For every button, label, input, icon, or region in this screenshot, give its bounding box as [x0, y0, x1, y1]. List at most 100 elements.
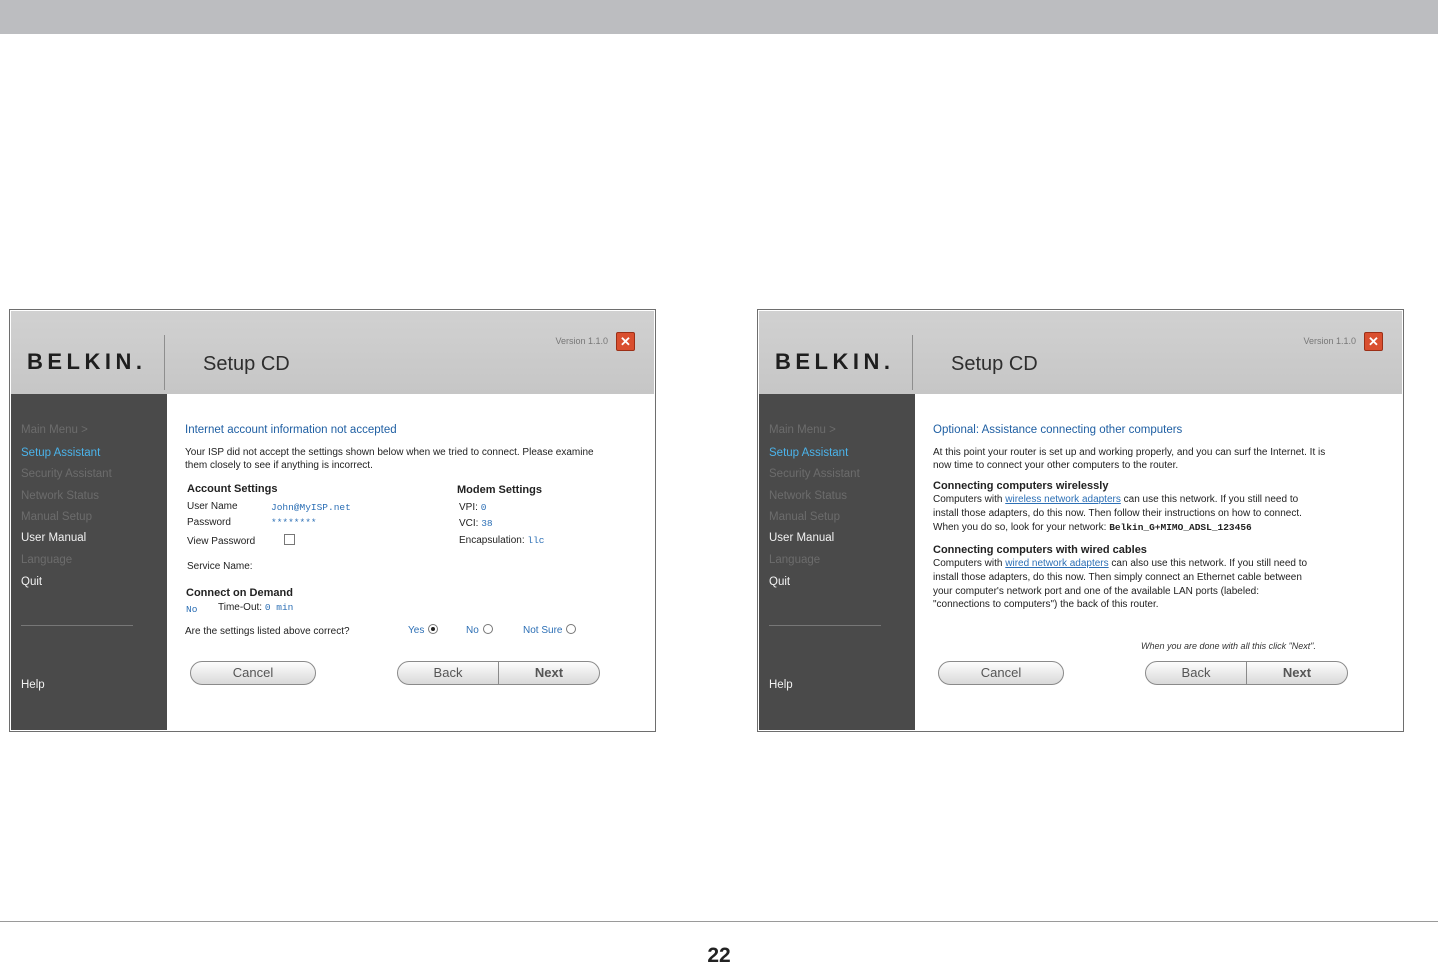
- radio-not-sure-label: Not Sure: [523, 625, 563, 636]
- wired-section-title: Connecting computers with wired cables: [933, 544, 1147, 556]
- wireless-line-1-pre: Computers with: [933, 494, 1006, 505]
- radio-yes-label: Yes: [408, 625, 425, 636]
- settings-question: Are the settings listed above correct?: [185, 626, 350, 637]
- sidebar-item-quit[interactable]: Quit: [769, 576, 790, 588]
- window-header: BELKIN. Setup CD Version 1.1.0 ✕: [759, 311, 1402, 394]
- vpi-value: 0: [480, 502, 487, 513]
- connect-on-demand-title: Connect on Demand: [186, 587, 293, 599]
- connect-on-demand-value: No: [186, 604, 198, 615]
- version-label: Version 1.1.0: [555, 336, 608, 346]
- content-panel: Optional: Assistance connecting other co…: [915, 394, 1402, 730]
- radio-no[interactable]: No: [466, 624, 493, 637]
- wired-line-4: "connections to computers") the back of …: [933, 599, 1159, 610]
- vpi-label: VPI:: [459, 502, 478, 513]
- next-button[interactable]: Next: [1246, 661, 1348, 685]
- wired-line-1-pre: Computers with: [933, 558, 1006, 569]
- wired-adapters-link[interactable]: wired network adapters: [1005, 558, 1108, 569]
- sidebar-item-language[interactable]: Language: [769, 554, 820, 566]
- sidebar-item-network-status[interactable]: Network Status: [769, 490, 847, 502]
- top-bar: [0, 0, 1438, 34]
- wired-line-2: install those adapters, do this now. The…: [933, 572, 1302, 583]
- encapsulation-field: Encapsulation: llc: [459, 535, 545, 547]
- password-value: ********: [271, 517, 317, 528]
- view-password-checkbox[interactable]: [284, 534, 295, 545]
- wireless-line-3-pre: When you do so, look for your network:: [933, 522, 1110, 533]
- sidebar-item-main-menu[interactable]: Main Menu >: [769, 424, 836, 436]
- vci-field: VCI: 38: [459, 518, 493, 530]
- service-name-label: Service Name:: [187, 561, 253, 572]
- wireless-line-3: When you do so, look for your network: B…: [933, 522, 1252, 534]
- cancel-button[interactable]: Cancel: [938, 661, 1064, 685]
- modem-settings-title: Modem Settings: [457, 484, 542, 496]
- sidebar-item-setup-assistant[interactable]: Setup Assistant: [21, 447, 100, 459]
- sidebar-item-help[interactable]: Help: [769, 679, 793, 691]
- network-name: Belkin_G+MIMO_ADSL_123456: [1109, 522, 1252, 533]
- back-button[interactable]: Back: [1145, 661, 1247, 685]
- back-button[interactable]: Back: [397, 661, 499, 685]
- username-label: User Name: [187, 501, 238, 512]
- vci-value: 38: [481, 518, 493, 529]
- window-title: Setup CD: [951, 353, 1038, 375]
- setup-window-connect-computers: BELKIN. Setup CD Version 1.1.0 ✕ Main Me…: [757, 309, 1404, 732]
- next-button[interactable]: Next: [498, 661, 600, 685]
- username-value: John@MyISP.net: [271, 502, 351, 513]
- version-label: Version 1.1.0: [1303, 336, 1356, 346]
- sidebar-item-security-assistant[interactable]: Security Assistant: [21, 468, 112, 480]
- intro-text-line-1: Your ISP did not accept the settings sho…: [185, 447, 594, 458]
- wireless-section-title: Connecting computers wirelessly: [933, 480, 1109, 492]
- wired-line-1: Computers with wired network adapters ca…: [933, 558, 1307, 570]
- wired-line-1-post: can also use this network. If you still …: [1108, 558, 1308, 569]
- wireless-line-1: Computers with wireless network adapters…: [933, 494, 1298, 506]
- header-divider: [164, 335, 165, 390]
- sidebar-item-main-menu[interactable]: Main Menu >: [21, 424, 88, 436]
- radio-not-sure[interactable]: Not Sure: [523, 624, 577, 637]
- cancel-button[interactable]: Cancel: [190, 661, 316, 685]
- sidebar-item-manual-setup[interactable]: Manual Setup: [769, 511, 840, 523]
- sidebar: Main Menu > Setup Assistant Security Ass…: [759, 394, 915, 730]
- sidebar-item-network-status[interactable]: Network Status: [21, 490, 99, 502]
- vci-label: VCI:: [459, 518, 479, 529]
- intro-text-line-2: them closely to see if anything is incor…: [185, 460, 373, 471]
- brand-logo: BELKIN.: [775, 349, 895, 374]
- radio-not-sure-indicator[interactable]: [566, 624, 577, 635]
- encapsulation-label: Encapsulation:: [459, 535, 525, 546]
- sidebar-divider: [21, 625, 133, 626]
- intro-text-line-1: At this point your router is set up and …: [933, 447, 1326, 458]
- timeout-label: Time-Out:: [218, 602, 263, 613]
- sidebar-item-language[interactable]: Language: [21, 554, 72, 566]
- radio-yes-indicator[interactable]: [428, 624, 439, 635]
- sidebar-item-user-manual[interactable]: User Manual: [21, 532, 86, 544]
- encapsulation-value: llc: [527, 535, 545, 546]
- wired-line-3: your computer's network port and one of …: [933, 586, 1259, 597]
- vpi-field: VPI: 0: [459, 502, 486, 514]
- brand-logo: BELKIN.: [27, 349, 147, 374]
- wireless-line-1-post: can use this network. If you still need …: [1120, 494, 1299, 505]
- header-divider: [912, 335, 913, 390]
- password-label: Password: [187, 517, 231, 528]
- content-panel: Internet account information not accepte…: [167, 394, 654, 730]
- wireless-adapters-link[interactable]: wireless network adapters: [1005, 494, 1121, 505]
- sidebar-item-security-assistant[interactable]: Security Assistant: [769, 468, 860, 480]
- sidebar-item-manual-setup[interactable]: Manual Setup: [21, 511, 92, 523]
- radio-no-indicator[interactable]: [482, 624, 493, 635]
- content-heading: Internet account information not accepte…: [185, 424, 397, 436]
- sidebar-divider: [769, 625, 881, 626]
- close-icon[interactable]: ✕: [616, 332, 635, 351]
- view-password-label: View Password: [187, 536, 256, 547]
- wireless-line-2: install those adapters, do this now. The…: [933, 508, 1302, 519]
- close-icon[interactable]: ✕: [1364, 332, 1383, 351]
- window-title: Setup CD: [203, 353, 290, 375]
- timeout-field: Time-Out: 0 min: [218, 602, 293, 614]
- sidebar-item-quit[interactable]: Quit: [21, 576, 42, 588]
- radio-no-label: No: [466, 625, 479, 636]
- content-heading: Optional: Assistance connecting other co…: [933, 424, 1183, 436]
- radio-yes[interactable]: Yes: [408, 624, 439, 637]
- sidebar-item-help[interactable]: Help: [21, 679, 45, 691]
- sidebar-item-setup-assistant[interactable]: Setup Assistant: [769, 447, 848, 459]
- sidebar-item-user-manual[interactable]: User Manual: [769, 532, 834, 544]
- footer-divider: [0, 921, 1438, 922]
- page-number: 22: [707, 944, 731, 967]
- intro-text-line-2: now time to connect your other computers…: [933, 460, 1179, 471]
- setup-window-account-error: BELKIN. Setup CD Version 1.1.0 ✕ Main Me…: [9, 309, 656, 732]
- timeout-value: 0 min: [264, 602, 294, 613]
